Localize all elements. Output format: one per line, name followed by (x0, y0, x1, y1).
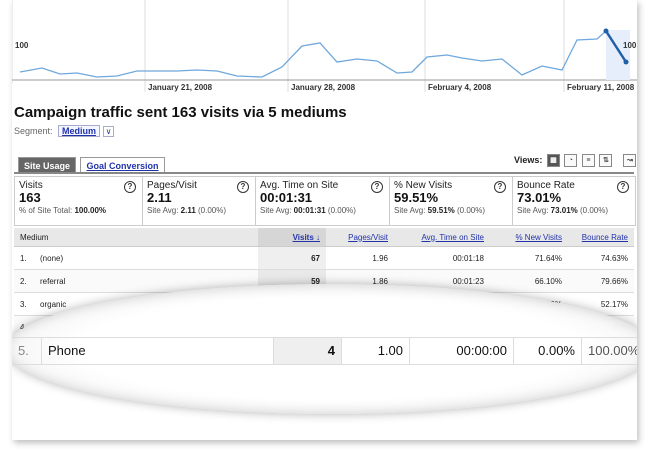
stat-value: 2.11 (147, 190, 172, 205)
stat-sub: % of Site Total: 100.00% (19, 206, 107, 215)
column-new-visits[interactable]: % New Visits (490, 228, 568, 247)
chart-x-label: February 4, 2008 (428, 83, 492, 92)
chart-x-label: January 21, 2008 (148, 83, 213, 92)
views-label: Views: (514, 154, 543, 165)
stat-visits: Visits 163 % of Site Total: 100.00% ? (15, 177, 143, 225)
performance-view-icon[interactable]: ≡ (581, 154, 595, 167)
chart-svg (12, 0, 637, 92)
medium-link[interactable]: Phone (42, 338, 274, 364)
medium-link[interactable]: (none) (34, 246, 258, 270)
chart-point (603, 28, 609, 34)
stat-sub: Site Avg: 73.01% (0.00%) (517, 206, 609, 215)
sort-new-link[interactable]: % New Visits (515, 233, 562, 242)
table-view-icon[interactable]: ▦ (546, 154, 560, 167)
stat-new-visits: % New Visits 59.51% Site Avg: 59.51% (0.… (390, 177, 513, 225)
chart-y-label-left: 100 (15, 41, 29, 50)
column-avg-time[interactable]: Avg. Time on Site (394, 228, 490, 247)
row-number: 5. (12, 338, 42, 364)
comparison-view-icon[interactable]: ⇅ (599, 154, 613, 167)
stat-value: 163 (19, 190, 41, 205)
column-bounce-rate[interactable]: Bounce Rate (568, 228, 634, 247)
visits-cell: 4 (274, 338, 342, 364)
report-tabs: Site Usage Goal Conversion (18, 156, 165, 174)
sort-time-link[interactable]: Avg. Time on Site (421, 233, 484, 242)
zoomed-table-row: 5. Phone 4 1.00 00:00:00 0.00% 100.00% (12, 337, 637, 365)
chart-x-label: January 28, 2008 (291, 83, 356, 92)
scorecard: Visits 163 % of Site Total: 100.00% ? Pa… (14, 176, 636, 226)
chart-point (623, 59, 629, 65)
chart-series-line (19, 30, 607, 78)
analytics-report: 100 100 January 21, 2008 January 28, 200… (12, 0, 637, 440)
stat-sub: Site Avg: 2.11 (0.00%) (147, 206, 227, 215)
stat-avg-time: Avg. Time on Site 00:01:31 Site Avg: 00:… (256, 177, 390, 225)
new-visits-cell: 0.00% (514, 338, 582, 364)
stat-value: 59.51% (394, 190, 439, 205)
sort-pages-link[interactable]: Pages/Visit (348, 233, 388, 242)
table-row: 1. (none) 67 1.96 00:01:18 71.64% 74.63% (14, 246, 634, 270)
help-icon[interactable]: ? (124, 181, 136, 193)
pie-view-icon[interactable]: ◔ (564, 154, 578, 167)
column-pages-visit[interactable]: Pages/Visit (326, 228, 394, 247)
column-medium: Medium (14, 228, 258, 247)
column-visits[interactable]: Visits ↓ (258, 228, 326, 247)
segment-value-link[interactable]: Medium (58, 125, 101, 137)
chart-x-label: February 11, 2008 (567, 83, 635, 92)
stat-pages-visit: Pages/Visit 2.11 Site Avg: 2.11 (0.00%) … (143, 177, 256, 225)
segment-selector: Segment: Medium ∨ (14, 125, 115, 137)
chevron-down-icon[interactable]: ∨ (102, 126, 115, 137)
stat-value: 73.01% (517, 190, 562, 205)
time-cell: 00:00:00 (410, 338, 514, 364)
help-icon[interactable]: ? (371, 181, 383, 193)
stat-bounce-rate: Bounce Rate 73.01% Site Avg: 73.01% (0.0… (513, 177, 635, 225)
segment-label: Segment: (14, 126, 53, 136)
sort-bounce-link[interactable]: Bounce Rate (582, 233, 628, 242)
visits-line-chart: 100 100 January 21, 2008 January 28, 200… (12, 0, 637, 92)
stat-value: 00:01:31 (260, 190, 313, 205)
bounce-cell: 100.00% (588, 343, 637, 358)
sort-visits-link[interactable]: Visits ↓ (293, 233, 320, 242)
page-title: Campaign traffic sent 163 visits via 5 m… (14, 104, 347, 121)
trend-view-icon[interactable]: ↝ (623, 154, 637, 167)
help-icon[interactable]: ? (617, 181, 629, 193)
help-icon[interactable]: ? (494, 181, 506, 193)
help-icon[interactable]: ? (237, 181, 249, 193)
pages-cell: 1.00 (342, 338, 410, 364)
chart-y-label-right: 100 (623, 41, 637, 50)
views-toolbar: Views: ▦ ◔ ≡ ⇅ ↝ (514, 154, 637, 167)
stat-sub: Site Avg: 00:01:31 (0.00%) (260, 206, 356, 215)
stat-sub: Site Avg: 59.51% (0.00%) (394, 206, 486, 215)
tab-divider (14, 172, 634, 174)
